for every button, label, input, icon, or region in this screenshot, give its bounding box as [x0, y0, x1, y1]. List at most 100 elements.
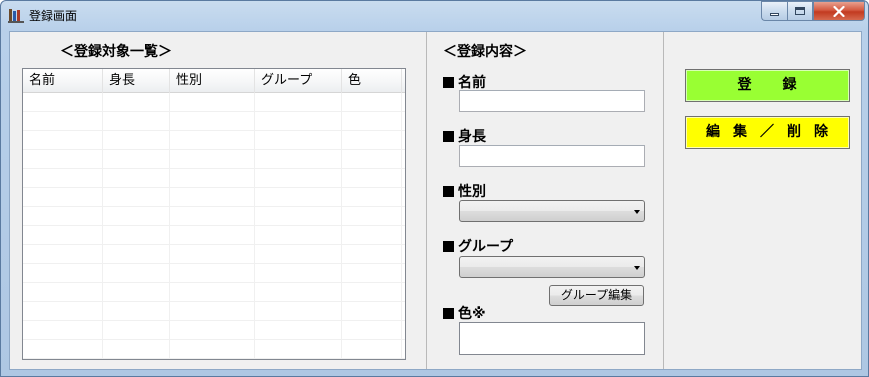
- list-header: 名前 身長 性別 グループ 色: [23, 69, 405, 93]
- table-cell: [255, 169, 342, 188]
- minimize-button[interactable]: [761, 1, 787, 21]
- square-bullet-icon: [443, 186, 454, 197]
- table-cell: [23, 112, 103, 131]
- table-cell: [23, 131, 103, 150]
- table-cell: [255, 131, 342, 150]
- color-picker-box[interactable]: [459, 322, 645, 355]
- table-row[interactable]: [23, 169, 405, 188]
- table-cell: [170, 112, 255, 131]
- square-bullet-icon: [443, 308, 454, 319]
- table-cell: [23, 150, 103, 169]
- square-bullet-icon: [443, 131, 454, 142]
- maximize-icon: [795, 7, 805, 15]
- table-cell: [23, 93, 103, 112]
- table-cell: [342, 245, 402, 264]
- maximize-button[interactable]: [787, 1, 813, 21]
- table-cell: [255, 112, 342, 131]
- table-cell: [170, 93, 255, 112]
- table-cell: [170, 340, 255, 359]
- table-cell: [255, 321, 342, 340]
- close-icon: [833, 5, 845, 17]
- client-area: ＜登録対象一覧＞ 名前 身長 性別 グループ 色 ＜登録内容＞ 名前 身長 性別: [9, 31, 862, 370]
- group-dropdown[interactable]: [459, 256, 645, 278]
- table-cell: [103, 169, 170, 188]
- table-cell: [255, 340, 342, 359]
- register-button[interactable]: 登録: [685, 69, 850, 102]
- table-cell: [342, 302, 402, 321]
- table-row[interactable]: [23, 245, 405, 264]
- table-row[interactable]: [23, 207, 405, 226]
- table-cell: [170, 131, 255, 150]
- table-cell: [23, 264, 103, 283]
- table-cell: [255, 93, 342, 112]
- table-row[interactable]: [23, 340, 405, 359]
- color-label: 色※: [443, 303, 486, 323]
- table-cell: [342, 340, 402, 359]
- table-row[interactable]: [23, 150, 405, 169]
- table-cell: [23, 169, 103, 188]
- table-cell: [103, 302, 170, 321]
- table-row[interactable]: [23, 131, 405, 150]
- name-label: 名前: [443, 72, 486, 92]
- table-cell: [103, 150, 170, 169]
- table-cell: [170, 302, 255, 321]
- name-input[interactable]: [459, 90, 645, 112]
- square-bullet-icon: [443, 77, 454, 88]
- list-panel-title: ＜登録対象一覧＞: [60, 44, 172, 60]
- detail-panel: ＜登録内容＞ 名前 身長 性別 グループ グループ編集 色※: [426, 32, 664, 369]
- table-row[interactable]: [23, 93, 405, 112]
- table-cell: [255, 150, 342, 169]
- table-row[interactable]: [23, 302, 405, 321]
- title-bar[interactable]: 登録画面: [1, 1, 868, 30]
- minimize-icon: [770, 12, 779, 16]
- gender-label: 性別: [443, 181, 486, 201]
- table-cell: [23, 207, 103, 226]
- column-header-name[interactable]: 名前: [23, 69, 103, 93]
- registration-list[interactable]: 名前 身長 性別 グループ 色: [22, 68, 406, 360]
- dropdown-arrow-icon: [634, 266, 640, 270]
- table-cell: [23, 340, 103, 359]
- action-panel: 登録 編集／削除: [665, 32, 862, 369]
- detail-panel-title: ＜登録内容＞: [443, 44, 527, 60]
- table-cell: [170, 264, 255, 283]
- table-cell: [103, 340, 170, 359]
- table-cell: [103, 226, 170, 245]
- table-row[interactable]: [23, 112, 405, 131]
- table-row[interactable]: [23, 226, 405, 245]
- column-header-gender[interactable]: 性別: [170, 69, 255, 93]
- close-button[interactable]: [813, 1, 865, 21]
- table-cell: [103, 283, 170, 302]
- table-cell: [342, 226, 402, 245]
- table-cell: [170, 283, 255, 302]
- height-input[interactable]: [459, 145, 645, 167]
- table-row[interactable]: [23, 264, 405, 283]
- window-title: 登録画面: [29, 9, 78, 23]
- table-cell: [103, 188, 170, 207]
- list-panel: ＜登録対象一覧＞ 名前 身長 性別 グループ 色: [10, 32, 425, 369]
- table-cell: [170, 245, 255, 264]
- table-cell: [170, 150, 255, 169]
- table-cell: [255, 283, 342, 302]
- table-cell: [170, 226, 255, 245]
- registration-window: 登録画面 ＜登録対象一覧＞ 名前 身長 性別 グループ 色 ＜登録内容＞ 名前 …: [0, 0, 869, 377]
- table-cell: [23, 321, 103, 340]
- table-cell: [255, 188, 342, 207]
- table-cell: [23, 245, 103, 264]
- group-edit-button[interactable]: グループ編集: [549, 285, 644, 306]
- table-cell: [103, 264, 170, 283]
- table-row[interactable]: [23, 188, 405, 207]
- table-row[interactable]: [23, 321, 405, 340]
- column-header-group[interactable]: グループ: [255, 69, 342, 93]
- table-cell: [255, 264, 342, 283]
- table-cell: [170, 188, 255, 207]
- column-header-color[interactable]: 色: [342, 69, 402, 93]
- table-cell: [170, 207, 255, 226]
- table-cell: [342, 169, 402, 188]
- table-cell: [342, 93, 402, 112]
- edit-delete-button[interactable]: 編集／削除: [685, 116, 850, 149]
- gender-dropdown[interactable]: [459, 200, 645, 222]
- column-header-height[interactable]: 身長: [103, 69, 170, 93]
- table-row[interactable]: [23, 283, 405, 302]
- table-cell: [255, 245, 342, 264]
- table-cell: [255, 302, 342, 321]
